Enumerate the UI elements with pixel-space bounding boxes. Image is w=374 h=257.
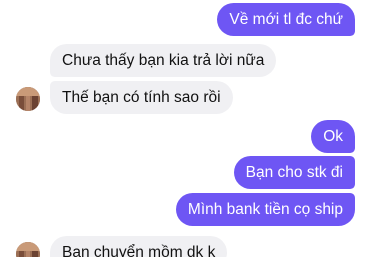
incoming-message-bubble[interactable]: Bạn chuyển mồm dk k [50, 236, 228, 257]
contact-avatar-image [16, 242, 40, 257]
contact-avatar-image [16, 87, 40, 111]
outgoing-message-bubble[interactable]: Về mới tl đc chứ [217, 3, 355, 36]
outgoing-message-bubble[interactable]: Mình bank tiền cọ ship [175, 193, 355, 226]
outgoing-message-bubble[interactable]: Bạn cho stk đi [233, 156, 355, 189]
incoming-message-bubble[interactable]: Thế bạn có tính sao rồi [50, 81, 233, 114]
incoming-message-bubble[interactable]: Chưa thấy bạn kia trả lời nữa [50, 44, 277, 77]
outgoing-message-bubble[interactable]: Ok [311, 120, 355, 153]
contact-avatar[interactable] [16, 242, 40, 257]
chat-thread: Về mới tl đc chứ Chưa thấy bạn kia trả l… [0, 0, 374, 257]
contact-avatar[interactable] [16, 87, 40, 111]
